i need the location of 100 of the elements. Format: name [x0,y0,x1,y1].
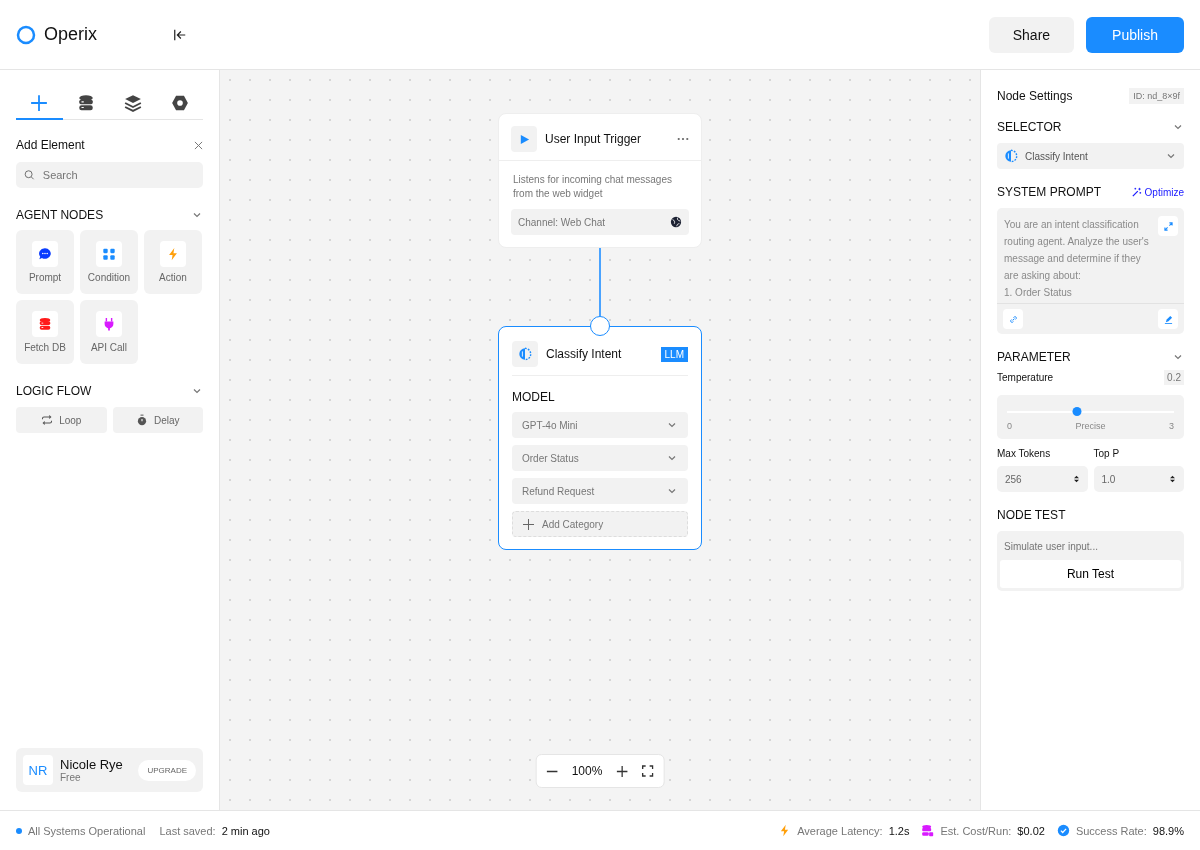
hexagon-icon [170,94,189,112]
tile-label: Action [159,272,187,283]
number-field[interactable]: 1.0 [1093,466,1184,492]
section-title: PARAMETER [997,350,1071,364]
node-tile[interactable]: Fetch DB [16,300,74,364]
database-icon [77,94,96,112]
more-icon [677,137,689,141]
test-input-field[interactable]: Simulate user input... Run Test [997,531,1184,591]
loop-button[interactable]: Loop [16,407,107,433]
section-title: SELECTOR [997,120,1062,134]
metric-label: Est. Cost/Run: [940,824,1012,837]
dropdown[interactable]: Order Status [512,445,688,471]
node-title: Classify Intent [546,347,623,361]
edit-button[interactable] [1158,309,1178,329]
slider-thumb[interactable] [1072,407,1082,416]
plus-icon [30,94,49,112]
temperature-slider[interactable]: 0 Precise 3 [997,395,1184,439]
magic-wand-icon [1131,187,1142,197]
zoom-level: 100% [571,764,603,778]
connector-line [599,248,601,316]
user-plan: Free [60,772,82,783]
section-title: MODEL [512,390,556,404]
search-field[interactable]: Search [16,162,203,188]
saved-time: 2 min ago [221,824,270,837]
check-circle-icon [1056,824,1070,837]
metric-value: $0.02 [1017,824,1045,837]
field-label: Top P [1093,448,1121,459]
section-title: AGENT NODES [16,208,104,222]
test-input[interactable]: Simulate user input... [1000,541,1181,560]
close-button[interactable] [194,140,203,150]
temperature-value: 0.2 [1164,370,1184,385]
tile-label: API Call [90,342,128,353]
globe-icon [670,216,682,228]
metric-value: 1.2s [888,824,910,837]
tile-label: Fetch DB [24,342,66,353]
database-icon [921,824,935,837]
plus-icon [616,765,628,777]
logo-icon [16,24,36,45]
node-description: Listens for incoming chat messages from the web widget [512,173,673,200]
node-tile[interactable]: Prompt [16,230,74,294]
metric-label: Average Latency: [797,824,883,837]
panel-title: Add Element [16,138,85,152]
logo-text: Operix [44,24,97,45]
node-tile[interactable]: Condition [80,230,138,294]
node-selector[interactable]: Classify Intent [997,143,1184,169]
link-icon [1008,314,1018,324]
share-button[interactable]: Share [988,16,1075,53]
publish-button[interactable]: Publish [1086,16,1184,53]
close-icon [194,140,203,150]
loop-icon [41,414,54,426]
classifier-node[interactable]: Classify Intent LLM MODEL GPT-4o Mini Order Status Refund Request Add Category [498,326,702,550]
trigger-node[interactable]: User Input Trigger Listens for incoming chat messages from the web widget Channel: Web Chat [498,113,702,248]
tile-label: Prompt [28,272,62,283]
panel-title: Node Settings [997,89,1073,103]
tile-label: Condition [87,272,131,283]
number-field[interactable]: 256 [997,466,1088,492]
user-name: Nicole Rye [60,757,123,772]
search-icon [24,169,35,181]
prompt-text: You are an intent classification routing agent. Analyze the user's message and determine if they are asking about: 1. Order Status [1004,218,1150,297]
layers-icon [123,94,142,112]
prompt-editor[interactable]: You are an intent classification routing agent. Analyze the user's message and determine if they are asking about: 1. Order Status [997,208,1184,334]
llm-badge: LLM [660,346,688,362]
optimize-button[interactable]: Optimize [1131,186,1184,198]
node-title: User Input Trigger [545,132,643,146]
pen-icon [1163,314,1173,324]
stopwatch-icon [135,414,148,426]
play-icon [511,126,537,152]
collapse-icon [173,27,187,42]
stepper-icon [1072,474,1080,484]
input-port[interactable] [590,316,610,336]
section-title: SYSTEM PROMPT [997,185,1101,199]
scale-label: Precise [1075,421,1106,431]
avatar: NR [23,755,53,785]
run-test-button[interactable]: Run Test [1000,560,1181,588]
node-id: ID: nd_8×9f [1129,88,1184,104]
upgrade-button[interactable]: UPGRADE [138,759,196,781]
field-label: Temperature [997,372,1054,383]
field-label: Max Tokens [997,448,1052,459]
section-title: LOGIC FLOW [16,384,92,398]
dropdown[interactable]: GPT-4o Mini [512,412,688,438]
channel-field[interactable]: Channel: Web Chat [511,209,689,235]
zoom-in-button[interactable] [616,765,628,777]
delay-button[interactable]: Delay [112,407,203,433]
scale-max: 3 [1168,421,1174,431]
more-button[interactable] [677,137,689,141]
dropdown[interactable]: Refund Request [512,478,688,504]
plus-icon [523,518,534,530]
node-tile[interactable]: API Call [80,300,138,364]
expand-icon [1163,221,1173,231]
metric-value: 98.9% [1152,824,1184,837]
add-category-button[interactable]: Add Category [512,511,688,537]
scale-min: 0 [1007,421,1012,431]
search-input[interactable]: Search [40,168,195,182]
node-tile[interactable]: Action [144,230,202,294]
status-text: All Systems Operational [28,824,146,837]
expand-button[interactable] [1158,216,1178,236]
saved-label: Last saved: [159,824,216,837]
section-title: NODE TEST [997,508,1066,522]
stepper-icon [1169,474,1176,484]
fit-view-button[interactable] [641,765,654,777]
